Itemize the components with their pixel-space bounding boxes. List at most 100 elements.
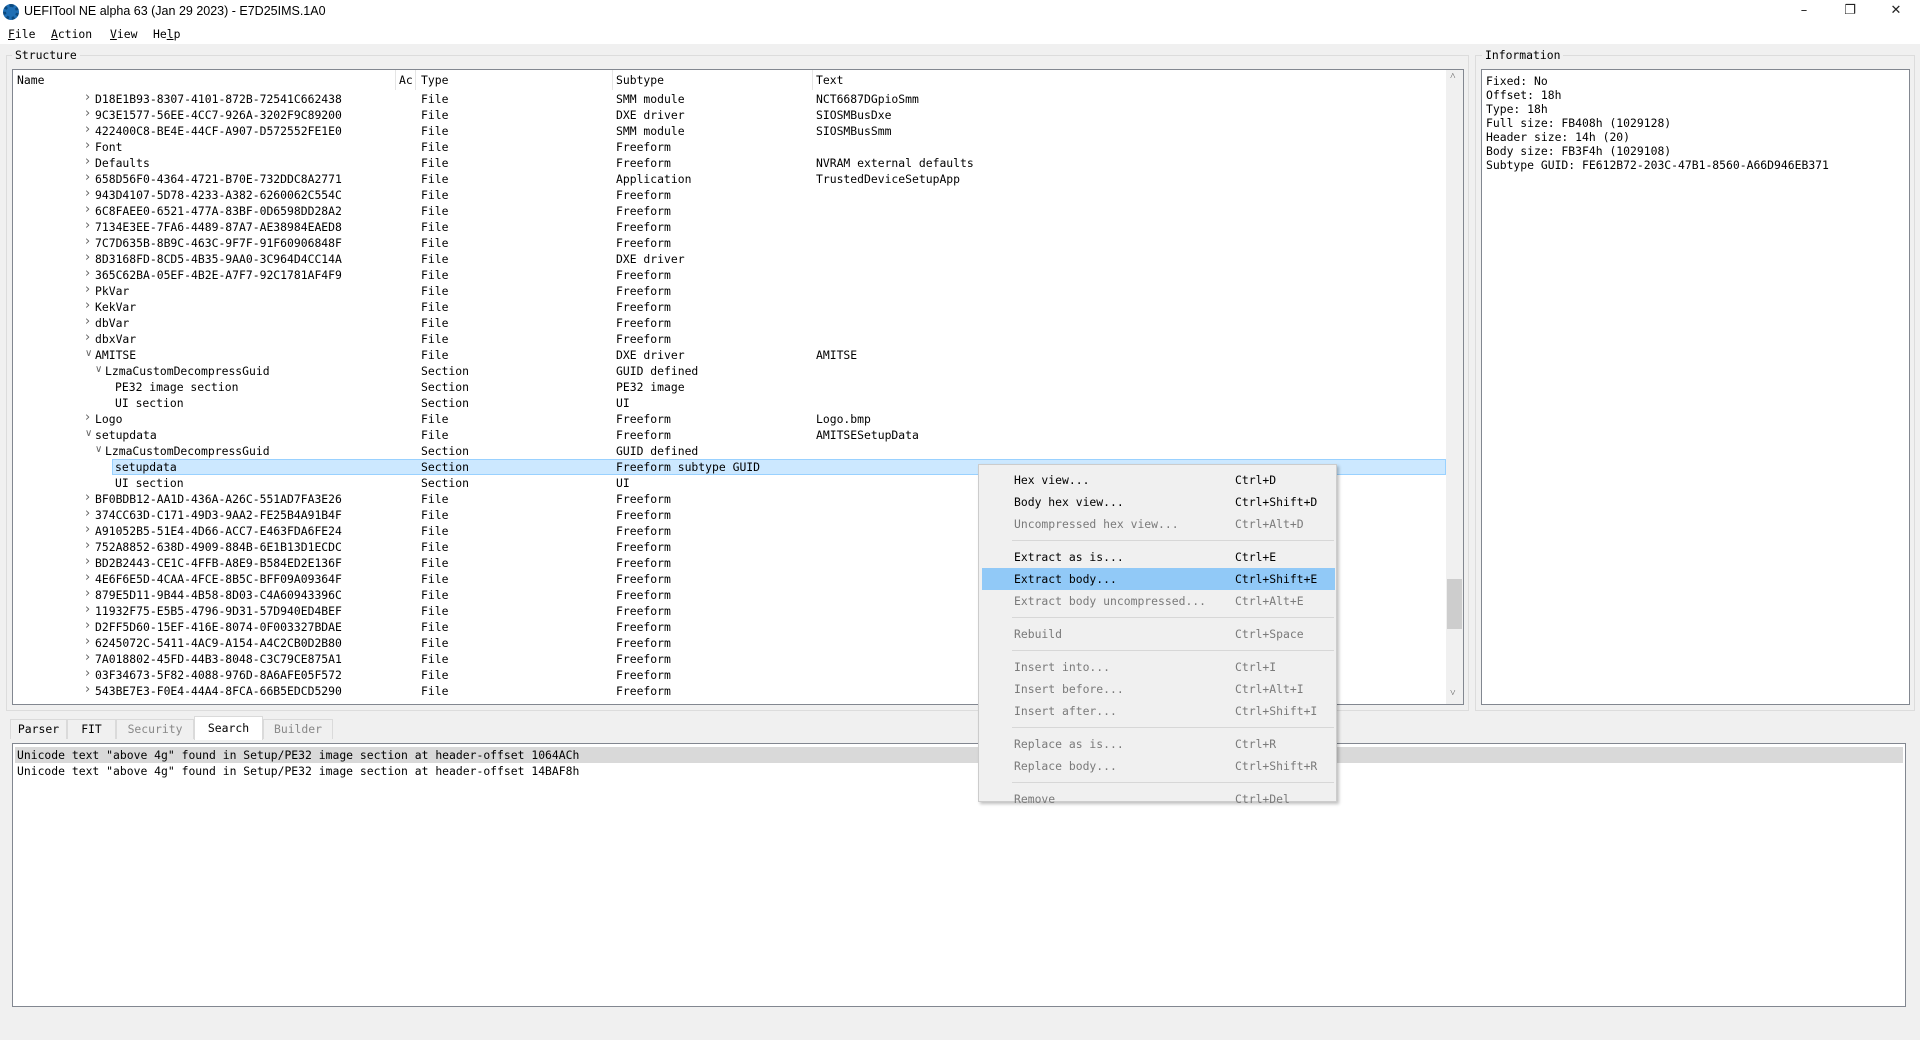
tree-row[interactable]: ∨ LzmaCustomDecompressGuid Section GUID def… <box>13 363 1446 379</box>
chevron-right-icon[interactable]: › <box>85 218 90 233</box>
chevron-right-icon[interactable]: › <box>85 682 90 697</box>
menu-item-replace-body[interactable]: Replace body... Ctrl+Shift+R <box>982 755 1335 777</box>
chevron-down-icon[interactable]: ∨ <box>95 444 102 455</box>
chevron-right-icon[interactable]: › <box>85 202 90 217</box>
chevron-right-icon[interactable]: › <box>85 634 90 649</box>
tree-row[interactable]: ∨ AMITSE File DXE driver AMITSE <box>13 347 1446 363</box>
tree-row[interactable]: › PkVar File Freeform <box>13 282 1446 299</box>
chevron-right-icon[interactable]: › <box>85 410 90 425</box>
menu-file[interactable]: File F <box>8 27 35 41</box>
column-divider[interactable] <box>812 70 813 90</box>
chevron-right-icon[interactable]: › <box>85 106 90 121</box>
tree-row[interactable]: › 943D4107-5D78-4233-A382-6260062C554C Fil… <box>13 186 1446 203</box>
menu-item-uncompressed-hex-view[interactable]: Uncompressed hex view... Ctrl+Alt+D <box>982 513 1335 535</box>
chevron-right-icon[interactable]: › <box>85 298 90 313</box>
tree-row[interactable]: › dbVar File Freeform <box>13 314 1446 331</box>
menu-item-body-hex-view[interactable]: Body hex view... Ctrl+Shift+D <box>982 491 1335 513</box>
tree-row[interactable]: › dbxVar File Freeform <box>13 330 1446 347</box>
vertical-scrollbar[interactable]: ˄ ˅ <box>1446 70 1463 704</box>
column-header-subtype[interactable]: Subtype <box>616 73 664 87</box>
chevron-right-icon[interactable]: › <box>85 266 90 281</box>
minimize-button[interactable]: – <box>1781 0 1827 24</box>
chevron-down-icon[interactable]: ∨ <box>95 364 102 375</box>
tab-fit[interactable]: FIT <box>67 719 116 739</box>
column-header-ac[interactable]: Ac <box>399 73 413 87</box>
chevron-right-icon[interactable]: › <box>85 282 90 297</box>
chevron-right-icon[interactable]: › <box>85 506 90 521</box>
chevron-right-icon[interactable]: › <box>85 490 90 505</box>
column-header-text[interactable]: Text <box>816 73 843 87</box>
chevron-right-icon[interactable]: › <box>85 522 90 537</box>
column-divider[interactable] <box>612 70 613 90</box>
chevron-right-icon[interactable]: › <box>85 234 90 249</box>
tree-row[interactable]: › 658D56F0-4364-4721-B70E-732DDC8A2771 Fil… <box>13 170 1446 187</box>
menu-item-rebuild[interactable]: Rebuild Ctrl+Space <box>982 623 1335 645</box>
menu-view[interactable]: View V <box>110 27 137 41</box>
chevron-down-icon[interactable]: ∨ <box>85 348 92 359</box>
menu-item-insert-before[interactable]: Insert before... Ctrl+Alt+I <box>982 678 1335 700</box>
search-results-list[interactable]: Unicode text "above 4g" found in Setup/P… <box>12 743 1906 1007</box>
search-result-item[interactable]: Unicode text "above 4g" found in Setup/P… <box>15 763 1903 779</box>
tab-builder[interactable]: Builder <box>263 719 333 739</box>
menu-help[interactable]: Helpl <box>153 27 180 41</box>
menu-item-hex-view[interactable]: Hex view... Ctrl+D <box>982 469 1335 491</box>
menu-item-insert-after[interactable]: Insert after... Ctrl+Shift+I <box>982 700 1335 722</box>
menu-item-replace-as-is[interactable]: Replace as is... Ctrl+R <box>982 733 1335 755</box>
chevron-down-icon[interactable]: ∨ <box>85 428 92 439</box>
scroll-down-icon[interactable]: ˅ <box>1450 688 1456 699</box>
chevron-right-icon[interactable]: › <box>85 154 90 169</box>
tab-parser[interactable]: Parser <box>10 719 67 739</box>
tab-search[interactable]: Search <box>194 716 263 740</box>
chevron-right-icon[interactable]: › <box>85 330 90 345</box>
menu-item-insert-into[interactable]: Insert into... Ctrl+I <box>982 656 1335 678</box>
column-header-name[interactable]: Name <box>17 73 44 87</box>
chevron-right-icon[interactable]: › <box>85 538 90 553</box>
chevron-right-icon[interactable]: › <box>85 314 90 329</box>
close-button[interactable]: ✕ <box>1873 0 1919 24</box>
tree-row[interactable]: › 9C3E1577-56EE-4CC7-926A-3202F9C89200 Fil… <box>13 106 1446 123</box>
tree-row[interactable]: › 7C7D635B-8B9C-463C-9F7F-91F60906848F Fil… <box>13 234 1446 251</box>
chevron-right-icon[interactable]: › <box>85 586 90 601</box>
menu-item-extract-body-uncompressed[interactable]: Extract body uncompressed... Ctrl+Alt+E <box>982 590 1335 612</box>
chevron-right-icon[interactable]: › <box>85 186 90 201</box>
tree-row[interactable]: › 422400C8-BE4E-44CF-A907-D572552FE1E0 Fil… <box>13 122 1446 139</box>
column-header-type[interactable]: Type <box>421 73 448 87</box>
chevron-right-icon[interactable]: › <box>85 138 90 153</box>
chevron-right-icon[interactable]: › <box>85 618 90 633</box>
search-result-item[interactable]: Unicode text "above 4g" found in Setup/P… <box>15 747 1903 763</box>
chevron-right-icon[interactable]: › <box>85 570 90 585</box>
tree-row[interactable]: › Defaults File Freeform NVRAM external defa… <box>13 154 1446 171</box>
tree-row[interactable]: › 8D3168FD-8CD5-4B35-9AA0-3C964D4CC14A Fil… <box>13 250 1446 267</box>
tree-row[interactable]: UI section Section UI <box>13 395 1446 411</box>
tree-row[interactable]: PE32 image section Section PE32 image <box>13 379 1446 395</box>
tree-row[interactable]: ∨ setupdata File Freeform AMITSESetupData <box>13 427 1446 443</box>
chevron-right-icon[interactable]: › <box>85 122 90 137</box>
menu-item-remove[interactable]: Remove Ctrl+Del <box>982 788 1335 810</box>
menu-item-extract-as-is[interactable]: Extract as is... Ctrl+E <box>982 546 1335 568</box>
menu-item-extract-body[interactable]: Extract body... Ctrl+Shift+E <box>982 568 1335 590</box>
tree-row[interactable]: › D18E1B93-8307-4101-872B-72541C662438 Fil… <box>13 90 1446 107</box>
chevron-right-icon[interactable]: › <box>85 90 90 105</box>
chevron-right-icon[interactable]: › <box>85 170 90 185</box>
information-text[interactable]: Fixed: No Offset: 18h Type: 18h Full size: … <box>1481 69 1910 705</box>
scrollbar-thumb[interactable] <box>1447 579 1462 629</box>
tree-row[interactable]: ∨ LzmaCustomDecompressGuid Section GUID def… <box>13 443 1446 459</box>
scroll-up-icon[interactable]: ˄ <box>1450 71 1456 82</box>
chevron-right-icon[interactable]: › <box>85 666 90 681</box>
chevron-right-icon[interactable]: › <box>85 650 90 665</box>
menu-action[interactable]: Action A <box>51 27 92 41</box>
tree-row[interactable]: › Logo File Freeform Logo.bmp <box>13 410 1446 427</box>
tree-row[interactable]: › 6C8FAEE0-6521-477A-83BF-0D6598DD28A2 Fil… <box>13 202 1446 219</box>
chevron-right-icon[interactable]: › <box>85 554 90 569</box>
tree-row[interactable]: › 7134E3EE-7FA6-4489-87A7-AE38984EAED8 Fil… <box>13 218 1446 235</box>
tree-row[interactable]: › 365C62BA-05EF-4B2E-A7F7-92C1781AF4F9 Fil… <box>13 266 1446 283</box>
row-subtype: Freeform <box>616 556 671 570</box>
chevron-right-icon[interactable]: › <box>85 250 90 265</box>
tree-row[interactable]: › Font File Freeform <box>13 138 1446 155</box>
column-divider[interactable] <box>415 70 416 90</box>
tree-row[interactable]: › KekVar File Freeform <box>13 298 1446 315</box>
restore-button[interactable]: ❐ <box>1827 0 1873 24</box>
tab-security[interactable]: Security <box>116 719 194 739</box>
column-divider[interactable] <box>395 70 396 90</box>
chevron-right-icon[interactable]: › <box>85 602 90 617</box>
